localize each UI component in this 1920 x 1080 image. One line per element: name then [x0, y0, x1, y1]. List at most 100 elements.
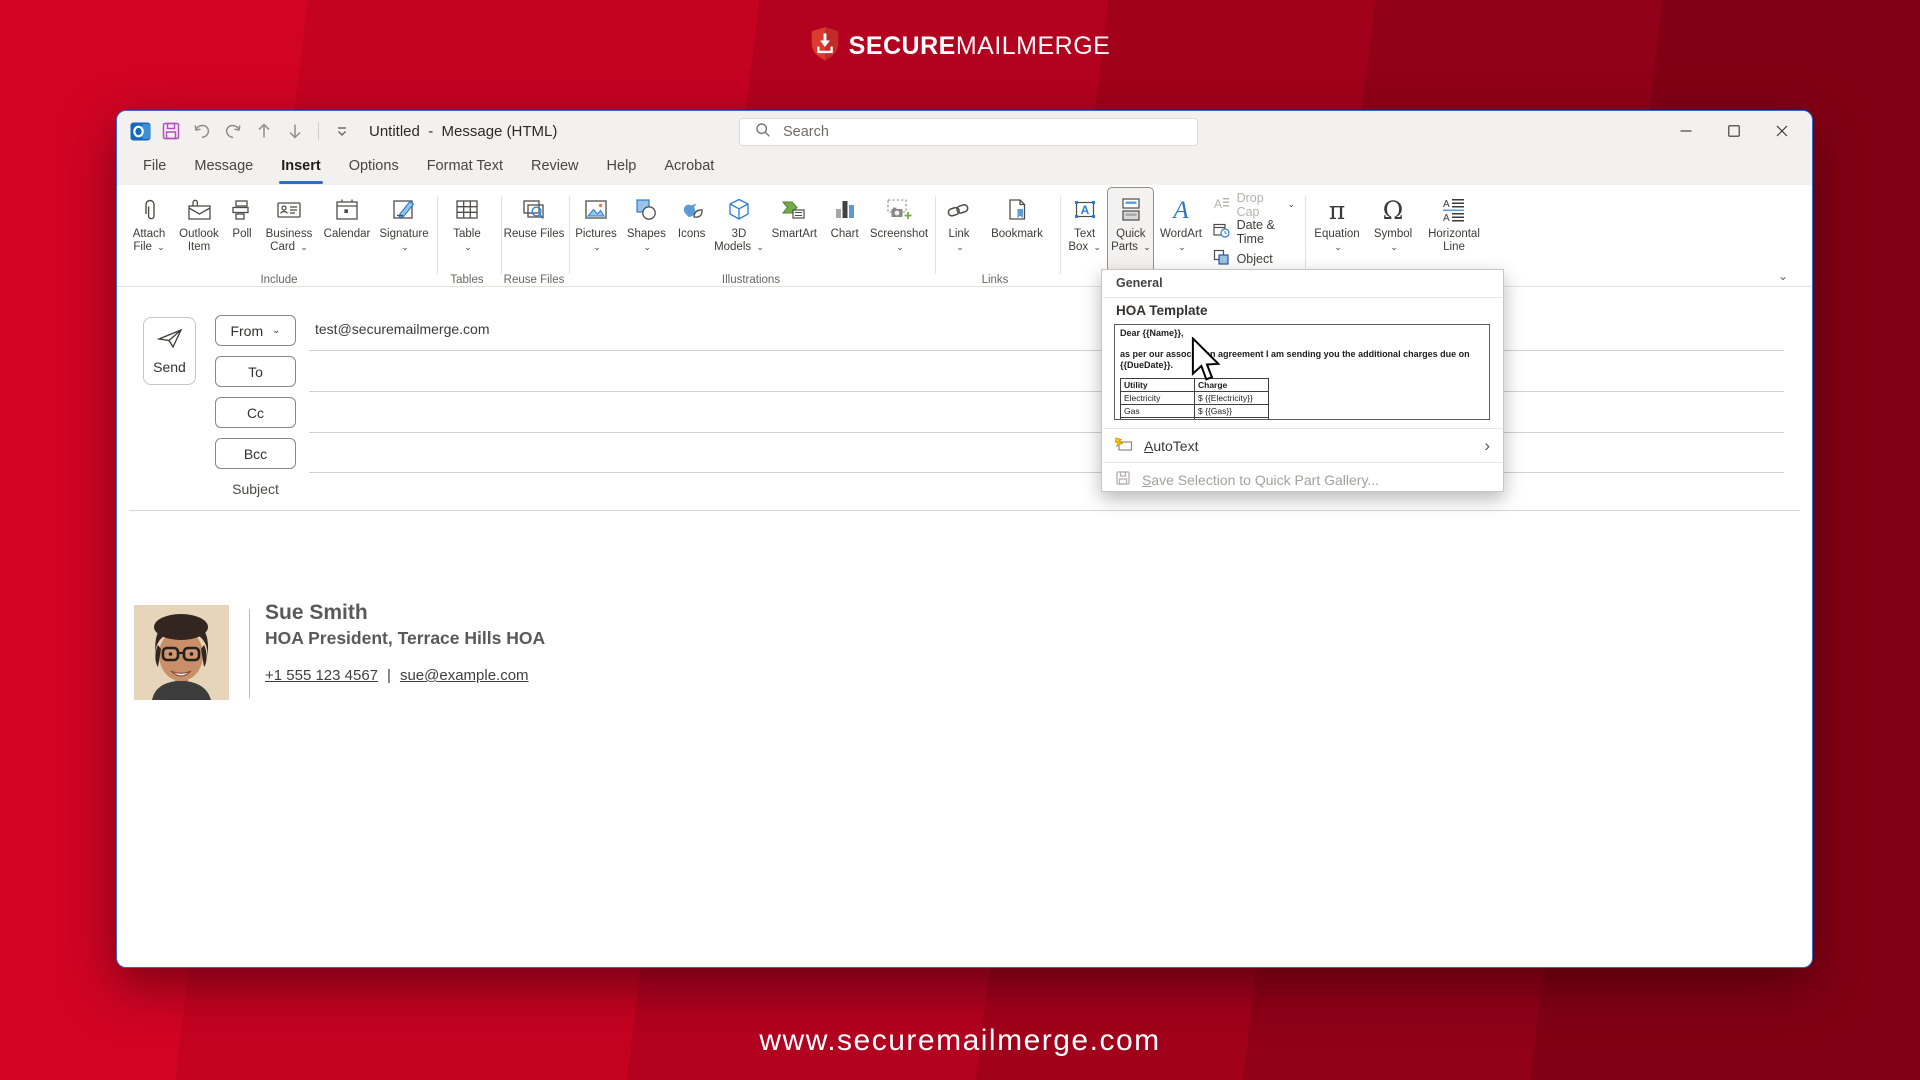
button-label: Text Box ⌄ [1068, 228, 1101, 253]
icons-button[interactable]: Icons [672, 188, 712, 272]
3d-models-icon [726, 192, 752, 228]
signature-email-link[interactable]: sue@example.com [400, 667, 529, 684]
autotext-menu-item[interactable]: AutoText › [1102, 430, 1503, 461]
ribbon-group-illustrations: Pictures ⌄ Shapes ⌄ Icons 3D Models ⌄ Sm… [571, 188, 931, 286]
gallery-item-preview[interactable]: Dear {{Name}}, as per our association ag… [1114, 324, 1490, 420]
to-button[interactable]: To [215, 356, 296, 387]
smartart-icon [780, 192, 808, 228]
menu-item-label: Save Selection to Quick Part Gallery... [1142, 471, 1380, 488]
send-button[interactable]: Send [143, 317, 196, 385]
link-button[interactable]: Link ⌄ [939, 188, 979, 272]
button-label: Object [1236, 251, 1273, 266]
attach-file-icon [137, 192, 161, 228]
wordart-button[interactable]: A WordArt ⌄ [1155, 188, 1206, 272]
poll-button[interactable]: Poll [225, 188, 259, 272]
chart-button[interactable]: Chart [824, 188, 866, 272]
svg-text:A: A [1443, 199, 1450, 210]
table-row: Gas $ {{Gas}} [1120, 404, 1269, 418]
tab-review[interactable]: Review [517, 151, 593, 185]
save-icon[interactable] [160, 119, 182, 143]
from-button[interactable]: From ⌄ [215, 315, 296, 346]
group-divider [1060, 196, 1061, 274]
tab-file[interactable]: File [129, 151, 180, 185]
tab-help[interactable]: Help [593, 151, 651, 185]
gallery-section-header: General [1116, 276, 1163, 290]
tab-format-text[interactable]: Format Text [413, 151, 517, 185]
bcc-button[interactable]: Bcc [215, 438, 296, 469]
attach-file-button[interactable]: Attach File ⌄ [125, 188, 173, 272]
symbol-button[interactable]: Ω Symbol ⌄ [1369, 188, 1417, 272]
chevron-down-icon: ⌄ [756, 242, 764, 252]
chevron-down-icon: ⌄ [157, 242, 165, 252]
pictures-button[interactable]: Pictures ⌄ [571, 188, 621, 272]
smartart-button[interactable]: SmartArt [766, 188, 822, 272]
table-header-cell: Utility [1120, 378, 1195, 392]
search-input[interactable]: Search [739, 118, 1198, 146]
button-label: Pictures ⌄ [575, 228, 617, 252]
reuse-files-icon [520, 192, 548, 228]
collapse-ribbon-icon[interactable]: ⌄ [1778, 269, 1788, 283]
chevron-down-icon: ⌄ [1143, 242, 1151, 252]
tab-message[interactable]: Message [180, 151, 267, 185]
table-button[interactable]: Table ⌄ [439, 188, 495, 272]
reuse-files-button[interactable]: Reuse Files [503, 188, 565, 272]
icons-icon [678, 192, 706, 228]
pictures-icon [583, 192, 609, 228]
cc-button[interactable]: Cc [215, 397, 296, 428]
business-card-button[interactable]: Business Card ⌄ [259, 188, 319, 272]
button-label: Equation ⌄ [1314, 228, 1360, 252]
move-down-icon[interactable] [284, 119, 306, 143]
business-card-icon [275, 192, 303, 228]
3d-models-button[interactable]: 3D Models ⌄ [713, 188, 765, 272]
cursor-icon [1190, 336, 1224, 390]
gallery-item-title[interactable]: HOA Template [1116, 303, 1208, 318]
from-address[interactable]: test@securemailmerge.com [315, 321, 490, 337]
avatar [134, 605, 229, 700]
bookmark-icon [1004, 192, 1030, 228]
shapes-button[interactable]: Shapes ⌄ [622, 188, 670, 272]
table-cell: Electricity [1120, 391, 1195, 405]
footer-url: www.securemailmerge.com [759, 1024, 1161, 1057]
object-button[interactable]: Object [1209, 245, 1299, 272]
button-label: Quick Parts ⌄ [1111, 228, 1151, 253]
text-box-icon: A [1072, 192, 1098, 228]
horizontal-line-button[interactable]: A A Horizontal Line [1421, 188, 1487, 272]
button-label: Drop Cap [1236, 190, 1264, 219]
maximize-icon[interactable] [1710, 111, 1758, 151]
outlook-item-button[interactable]: Outlook Item [173, 188, 225, 272]
chevron-down-icon: ⌄ [593, 242, 601, 252]
move-up-icon[interactable] [253, 119, 275, 143]
brand-name: SECUREMAILMERGE [849, 32, 1111, 61]
undo-icon[interactable] [191, 119, 213, 143]
minimize-icon[interactable] [1662, 111, 1710, 151]
quick-parts-button[interactable]: Quick Parts ⌄ [1107, 187, 1155, 273]
group-divider [437, 196, 438, 274]
close-icon[interactable] [1758, 111, 1806, 151]
date-time-icon [1212, 222, 1230, 241]
subject-field-underline[interactable] [129, 510, 1800, 511]
tab-insert[interactable]: Insert [267, 151, 335, 185]
calendar-button[interactable]: Calendar [319, 188, 375, 272]
group-divider [501, 196, 502, 274]
tab-acrobat[interactable]: Acrobat [650, 151, 728, 185]
bcc-field-underline[interactable] [309, 472, 1784, 473]
qat-customize-icon[interactable] [331, 119, 353, 143]
signature-phone-link[interactable]: +1 555 123 4567 [265, 667, 378, 684]
search-placeholder: Search [783, 124, 829, 140]
text-box-button[interactable]: A Text Box ⌄ [1063, 188, 1106, 272]
menu-separator [1103, 297, 1502, 298]
link-icon [945, 192, 973, 228]
tab-options[interactable]: Options [335, 151, 413, 185]
redo-icon[interactable] [222, 119, 244, 143]
cc-field-underline[interactable] [309, 432, 1784, 433]
button-label: Horizontal Line [1428, 228, 1480, 253]
date-time-button[interactable]: Date & Time [1209, 218, 1299, 246]
bookmark-button[interactable]: Bookmark [985, 188, 1049, 272]
button-label: Poll [232, 228, 252, 240]
signature-button[interactable]: Signature ⌄ [375, 188, 433, 272]
to-field-underline[interactable] [309, 391, 1784, 392]
equation-button[interactable]: π Equation ⌄ [1309, 188, 1365, 272]
chevron-down-icon: ⌄ [300, 242, 308, 252]
screenshot-button[interactable]: Screenshot ⌄ [867, 188, 931, 272]
symbol-icon: Ω [1382, 195, 1404, 225]
